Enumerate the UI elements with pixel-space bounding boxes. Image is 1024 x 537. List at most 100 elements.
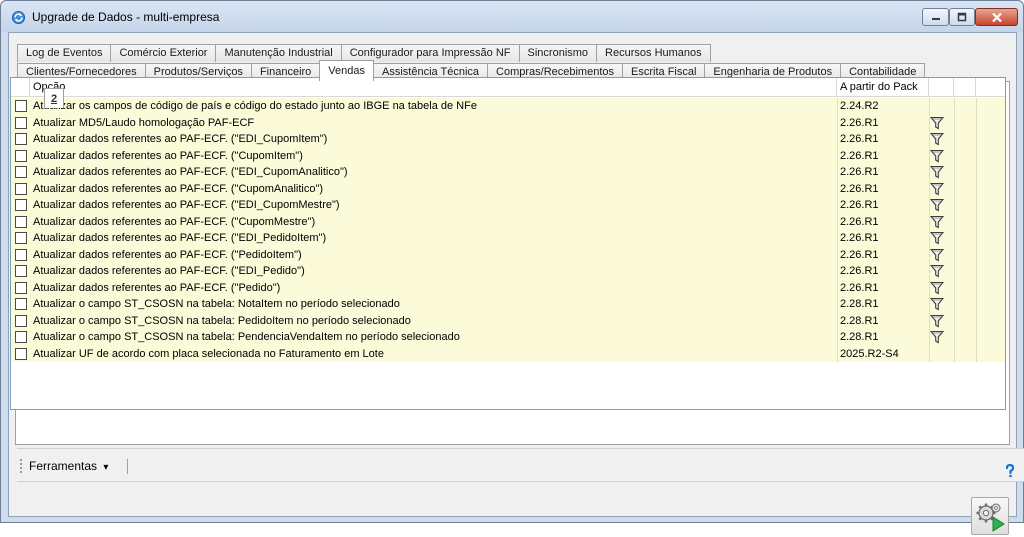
column-divider — [976, 131, 977, 148]
gears-run-icon — [976, 503, 1005, 532]
subtab-2[interactable]: 2 — [44, 88, 64, 108]
row-checkbox[interactable] — [15, 116, 27, 129]
tools-dropdown-button[interactable]: Ferramentas ▾ — [29, 458, 112, 476]
funnel-icon[interactable] — [929, 264, 945, 278]
execute-button[interactable] — [971, 497, 1009, 535]
funnel-icon[interactable] — [929, 281, 945, 295]
header-option[interactable]: Opção — [30, 78, 837, 97]
row-checkbox[interactable] — [15, 248, 27, 261]
column-divider — [929, 98, 930, 115]
column-divider — [837, 164, 838, 181]
funnel-icon[interactable] — [929, 231, 945, 245]
table-row[interactable]: Atualizar dados referentes ao PAF-ECF. (… — [11, 180, 1005, 197]
column-divider — [837, 279, 838, 296]
table-row[interactable]: Atualizar dados referentes ao PAF-ECF. (… — [11, 263, 1005, 280]
minimize-button[interactable] — [922, 8, 949, 26]
row-checkbox[interactable] — [15, 265, 27, 277]
table-row[interactable]: Atualizar dados referentes ao PAF-ECF. (… — [11, 197, 1005, 214]
row-checkbox[interactable] — [15, 182, 27, 195]
column-divider — [954, 114, 955, 131]
row-checkbox[interactable] — [15, 281, 27, 294]
column-divider — [954, 180, 955, 197]
tab-sincronismo[interactable]: Sincronismo — [518, 44, 598, 62]
funnel-icon[interactable] — [929, 182, 945, 196]
column-divider — [837, 197, 838, 214]
column-divider — [976, 345, 977, 362]
window-title: Upgrade de Dados - multi-empresa — [32, 10, 220, 24]
funnel-icon[interactable] — [929, 297, 945, 311]
table-row[interactable]: Atualizar MD5/Laudo homologação PAF-ECF 2… — [11, 114, 1005, 131]
column-divider — [954, 197, 955, 214]
pack-cell: 2.28.R1 — [840, 314, 879, 327]
funnel-icon[interactable] — [929, 116, 945, 130]
column-divider — [837, 114, 838, 131]
header-pack[interactable]: A partir do Pack — [837, 78, 929, 97]
table-row[interactable]: Atualizar dados referentes ao PAF-ECF. (… — [11, 213, 1005, 230]
table-row[interactable]: Atualizar o campo ST_CSOSN na tabela: No… — [11, 296, 1005, 313]
row-checkbox[interactable] — [15, 149, 27, 162]
option-cell: Atualizar dados referentes ao PAF-ECF. (… — [33, 182, 324, 195]
close-button[interactable] — [975, 8, 1018, 26]
column-divider — [837, 312, 838, 329]
table-row[interactable]: Atualizar dados referentes ao PAF-ECF. (… — [11, 230, 1005, 247]
title-bar[interactable]: Upgrade de Dados - multi-empresa — [1, 1, 1023, 32]
header-filter-col — [929, 78, 954, 97]
close-icon — [991, 12, 1002, 22]
table-row[interactable]: Atualizar dados referentes ao PAF-ECF. (… — [11, 279, 1005, 296]
column-divider — [954, 246, 955, 263]
table-row[interactable]: Atualizar dados referentes ao PAF-ECF. (… — [11, 131, 1005, 148]
option-cell: Atualizar dados referentes ao PAF-ECF. (… — [33, 248, 302, 261]
toolbar-separator — [127, 459, 128, 474]
option-cell: Atualizar o campo ST_CSOSN na tabela: Pe… — [33, 331, 460, 343]
row-checkbox[interactable] — [15, 133, 27, 145]
funnel-icon[interactable] — [929, 248, 945, 262]
pack-cell: 2.26.R1 — [840, 215, 879, 228]
row-checkbox[interactable] — [15, 215, 27, 228]
table-row[interactable]: Atualizar dados referentes ao PAF-ECF. (… — [11, 246, 1005, 263]
tab-comercio-exterior[interactable]: Comércio Exterior — [110, 44, 217, 62]
row-checkbox[interactable] — [15, 232, 27, 244]
pack-cell: 2.26.R1 — [840, 232, 879, 244]
table-row[interactable]: Atualizar os campos de código de país e … — [11, 98, 1005, 115]
row-checkbox[interactable] — [15, 298, 27, 310]
funnel-icon[interactable] — [929, 330, 945, 344]
funnel-icon[interactable] — [929, 198, 945, 212]
column-divider — [976, 114, 977, 131]
column-divider — [929, 345, 930, 362]
column-divider — [954, 147, 955, 164]
chevron-down-icon: ▾ — [103, 462, 109, 473]
row-checkbox[interactable] — [15, 314, 27, 327]
row-checkbox[interactable] — [15, 100, 27, 112]
table-row[interactable]: Atualizar dados referentes ao PAF-ECF. (… — [11, 147, 1005, 164]
tab-vendas[interactable]: Vendas — [319, 60, 374, 81]
row-checkbox[interactable] — [15, 347, 27, 360]
row-checkbox[interactable] — [15, 331, 27, 343]
table-row[interactable]: Atualizar UF de acordo com placa selecio… — [11, 345, 1005, 362]
column-divider — [976, 246, 977, 263]
pack-cell: 2.26.R1 — [840, 281, 879, 294]
funnel-icon[interactable] — [929, 132, 945, 146]
tab-log-de-eventos[interactable]: Log de Eventos — [17, 44, 112, 62]
funnel-icon[interactable] — [929, 165, 945, 179]
funnel-icon[interactable] — [929, 314, 945, 328]
table-row[interactable]: Atualizar dados referentes ao PAF-ECF. (… — [11, 164, 1005, 181]
question-mark-icon[interactable] — [1004, 464, 1016, 478]
table-row[interactable]: Atualizar o campo ST_CSOSN na tabela: Pe… — [11, 312, 1005, 329]
column-divider — [976, 263, 977, 280]
row-checkbox[interactable] — [15, 199, 27, 211]
option-cell: Atualizar dados referentes ao PAF-ECF. (… — [33, 281, 281, 294]
funnel-icon[interactable] — [929, 215, 945, 229]
column-divider — [976, 329, 977, 346]
table-row[interactable]: Atualizar o campo ST_CSOSN na tabela: Pe… — [11, 329, 1005, 346]
options-grid: Opção A partir do Pack Atualizar os camp… — [10, 77, 1006, 410]
tab-recursos-humanos[interactable]: Recursos Humanos — [596, 44, 711, 62]
column-divider — [976, 279, 977, 296]
row-checkbox[interactable] — [15, 166, 27, 178]
toolbar-grip[interactable] — [20, 459, 22, 473]
funnel-icon[interactable] — [929, 149, 945, 163]
pack-cell: 2.24.R2 — [840, 100, 879, 112]
column-divider — [976, 180, 977, 197]
pack-cell: 2.26.R1 — [840, 182, 879, 195]
maximize-button[interactable] — [949, 8, 975, 26]
option-cell: Atualizar dados referentes ao PAF-ECF. (… — [33, 166, 348, 178]
